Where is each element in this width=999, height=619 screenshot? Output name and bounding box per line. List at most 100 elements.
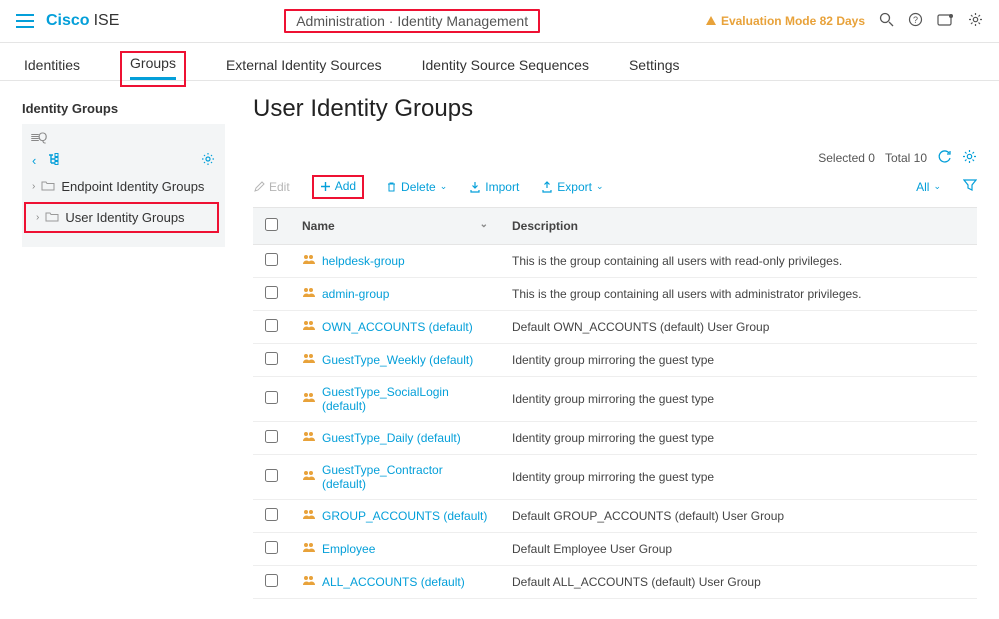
sidebar-toolbar: ‹ — [22, 148, 225, 173]
group-description: Identity group mirroring the guest type — [500, 376, 977, 421]
table-settings-icon[interactable] — [962, 149, 977, 167]
sidebar-item-endpoint-identity-groups[interactable]: › Endpoint Identity Groups — [22, 173, 225, 200]
topbar-right: Evaluation Mode 82 Days ? — [705, 12, 983, 30]
tab-external-identity-sources[interactable]: External Identity Sources — [226, 53, 382, 81]
group-description: Identity group mirroring the guest type — [500, 454, 977, 499]
import-icon — [469, 181, 481, 193]
group-name-link[interactable]: ALL_ACCOUNTS (default) — [322, 575, 465, 589]
import-button[interactable]: Import — [469, 180, 519, 194]
settings-icon[interactable] — [968, 12, 983, 30]
delete-button[interactable]: Delete ⌄ — [386, 180, 447, 194]
sidebar-item-label: Endpoint Identity Groups — [61, 179, 204, 194]
row-checkbox[interactable] — [265, 430, 278, 443]
row-checkbox[interactable] — [265, 469, 278, 482]
search-icon[interactable] — [879, 12, 894, 30]
sidebar-tree-icon[interactable] — [48, 153, 64, 168]
sidebar-panel: ≣Q ‹ › Endpoint Identity Groups — [22, 124, 225, 247]
sidebar: Identity Groups ≣Q ‹ › — [0, 81, 225, 619]
column-description[interactable]: Description — [500, 207, 977, 244]
group-name-link[interactable]: GuestType_Weekly (default) — [322, 353, 473, 367]
tab-groups[interactable]: Groups — [130, 51, 176, 79]
tabs: Identities Groups External Identity Sour… — [0, 43, 999, 81]
row-checkbox[interactable] — [265, 319, 278, 332]
group-description: Identity group mirroring the guest type — [500, 421, 977, 454]
sidebar-item-user-identity-groups[interactable]: › User Identity Groups — [26, 204, 217, 231]
export-button[interactable]: Export ⌄ — [541, 180, 603, 194]
chevron-right-icon: › — [36, 212, 39, 223]
page-title: User Identity Groups — [253, 95, 977, 123]
group-icon — [302, 391, 316, 406]
help-icon[interactable]: ? — [908, 12, 923, 30]
folder-icon — [45, 210, 59, 225]
group-name-link[interactable]: GROUP_ACCOUNTS (default) — [322, 509, 487, 523]
row-checkbox[interactable] — [265, 574, 278, 587]
export-icon — [541, 181, 553, 193]
select-all-checkbox[interactable] — [265, 218, 278, 231]
main: Identity Groups ≣Q ‹ › — [0, 81, 999, 619]
sidebar-gear-icon[interactable] — [201, 152, 215, 169]
sidebar-back-icon[interactable]: ‹ — [32, 153, 36, 168]
table-row: GuestType_Weekly (default)Identity group… — [253, 343, 977, 376]
refresh-icon[interactable] — [937, 149, 952, 167]
row-checkbox[interactable] — [265, 541, 278, 554]
table-row: Employee Default Employee User Group — [253, 532, 977, 565]
group-name-link[interactable]: admin-group — [322, 287, 389, 301]
group-icon — [302, 286, 316, 301]
delete-label: Delete — [401, 180, 436, 194]
toolbar: Edit Add Delete ⌄ Import Export ⌄ — [253, 173, 977, 207]
tab-identity-source-sequences[interactable]: Identity Source Sequences — [422, 53, 589, 81]
group-icon — [302, 430, 316, 445]
group-name-link[interactable]: GuestType_SocialLogin (default) — [322, 385, 488, 413]
eval-mode-badge: Evaluation Mode 82 Days — [705, 14, 865, 28]
table-row: helpdesk-group This is the group containi… — [253, 244, 977, 277]
table-row: OWN_ACCOUNTS (default)Default OWN_ACCOUN… — [253, 310, 977, 343]
all-label: All — [916, 180, 929, 194]
row-checkbox[interactable] — [265, 508, 278, 521]
group-name-link[interactable]: Employee — [322, 542, 375, 556]
svg-text:?: ? — [913, 15, 918, 25]
breadcrumb-wrap: Administration · Identity Management — [119, 9, 705, 33]
group-name-link[interactable]: GuestType_Daily (default) — [322, 431, 461, 445]
group-name-link[interactable]: GuestType_Contractor (default) — [322, 463, 488, 491]
group-icon — [302, 253, 316, 268]
sidebar-search[interactable]: ≣Q — [22, 126, 225, 148]
tab-settings[interactable]: Settings — [629, 53, 680, 81]
group-name-link[interactable]: OWN_ACCOUNTS (default) — [322, 320, 473, 334]
sidebar-item-label: User Identity Groups — [65, 210, 184, 225]
group-name-link[interactable]: helpdesk-group — [322, 254, 405, 268]
filter-all-button[interactable]: All ⌄ — [916, 180, 941, 194]
table-row: GuestType_Contractor (default) Identity g… — [253, 454, 977, 499]
table-row: GuestType_Daily (default) Identity group … — [253, 421, 977, 454]
group-icon — [302, 574, 316, 589]
table-row: ALL_ACCOUNTS (default)Default ALL_ACCOUN… — [253, 565, 977, 598]
tab-identities[interactable]: Identities — [24, 53, 80, 81]
export-label: Export — [557, 180, 592, 194]
product-name: ISE — [94, 12, 120, 30]
edit-button[interactable]: Edit — [253, 180, 290, 194]
row-checkbox[interactable] — [265, 253, 278, 266]
import-label: Import — [485, 180, 519, 194]
group-icon — [302, 352, 316, 367]
row-checkbox[interactable] — [265, 391, 278, 404]
group-description: Default GROUP_ACCOUNTS (default) User Gr… — [500, 499, 977, 532]
user-identity-groups-table: Name ⌄ Description helpdesk-group This is… — [253, 207, 977, 599]
selected-count: Selected 0 — [818, 151, 875, 165]
column-name[interactable]: Name ⌄ — [290, 207, 500, 244]
highlight-box-add: Add — [312, 175, 364, 199]
menu-icon[interactable] — [16, 14, 34, 28]
group-description: Default Employee User Group — [500, 532, 977, 565]
filter-icon[interactable] — [963, 178, 977, 195]
chevron-down-icon: ⌄ — [596, 181, 604, 192]
row-checkbox[interactable] — [265, 286, 278, 299]
group-description: This is the group containing all users w… — [500, 277, 977, 310]
notifications-icon[interactable] — [937, 13, 954, 30]
warning-icon — [705, 15, 717, 27]
highlight-box-user-identity-groups: › User Identity Groups — [24, 202, 219, 233]
row-checkbox[interactable] — [265, 352, 278, 365]
group-description: This is the group containing all users w… — [500, 244, 977, 277]
chevron-right-icon: › — [32, 181, 35, 192]
plus-icon — [320, 181, 331, 192]
brand-name: Cisco — [46, 12, 90, 30]
add-button[interactable]: Add — [320, 179, 356, 193]
group-icon — [302, 508, 316, 523]
